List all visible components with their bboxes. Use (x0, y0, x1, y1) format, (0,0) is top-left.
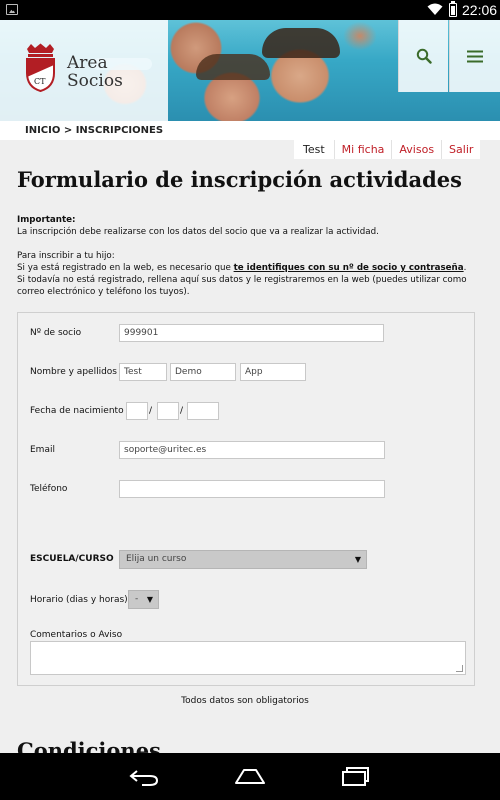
escuela-label: ESCUELA/CURSO (30, 554, 114, 564)
crest-letters: CT (34, 77, 46, 86)
back-icon[interactable] (128, 768, 160, 786)
birth-day-input[interactable] (126, 402, 148, 420)
first-name-input[interactable]: Test (119, 363, 167, 381)
user-tabs: Test Mi ficha Avisos Salir (294, 140, 481, 159)
schedule-select[interactable]: - ▼ (128, 590, 159, 609)
surname2-input[interactable]: App (240, 363, 306, 381)
logo-text-line2: Socios (67, 71, 123, 91)
tab-salir[interactable]: Salir (441, 140, 481, 159)
dropdown-arrow-icon: ▼ (146, 595, 153, 604)
comments-textarea[interactable] (30, 641, 466, 675)
registered-paragraph: Si ya está registrado en la web, es nece… (17, 262, 479, 274)
not-registered-text: Si todavía no está registrado, rellena a… (17, 275, 467, 297)
breadcrumb[interactable]: INICIO > INSCRIPCIONES (0, 121, 500, 140)
dropdown-arrow-icon: ▼ (354, 555, 361, 564)
socio-number-input[interactable]: 999901 (119, 324, 384, 342)
image-notification-icon (6, 4, 18, 15)
tab-avisos[interactable]: Avisos (391, 140, 442, 159)
page-title: Formulario de inscripción actividades (17, 167, 462, 192)
socio-label: Nº de socio (30, 328, 82, 338)
email-label: Email (30, 445, 55, 455)
home-icon[interactable] (234, 767, 266, 785)
date-separator: / (149, 406, 153, 416)
hamburger-menu-icon (467, 50, 483, 62)
birth-year-input[interactable] (187, 402, 219, 420)
fecha-label: Fecha de nacimiento (30, 406, 124, 416)
tab-mi-ficha[interactable]: Mi ficha (333, 140, 392, 159)
search-button[interactable] (398, 20, 448, 92)
instructions: Importante: La inscripción debe realizar… (17, 214, 479, 298)
status-bar: 22:06 (0, 0, 500, 20)
logo[interactable]: CT Area Socios (0, 20, 168, 121)
tab-user-name[interactable]: Test (294, 140, 334, 159)
important-text: La inscripción debe realizarse con los d… (17, 227, 379, 237)
registered-end: . (463, 263, 467, 273)
surname1-input[interactable]: Demo (170, 363, 236, 381)
course-select-value: Elija un curso (126, 554, 187, 564)
date-separator: / (180, 406, 184, 416)
header-banner: CT Area Socios (0, 20, 500, 121)
menu-button[interactable] (449, 20, 500, 92)
club-crest-icon: CT (26, 43, 55, 92)
email-input[interactable]: soporte@uritec.es (119, 441, 385, 459)
system-nav-bar (0, 753, 500, 800)
birth-month-input[interactable] (157, 402, 179, 420)
schedule-select-value: - (135, 594, 139, 604)
registered-text: Si ya está registrado en la web, es nece… (17, 263, 234, 273)
registration-form: Nº de socio 999901 Nombre y apellidos Te… (17, 312, 475, 686)
recent-apps-icon[interactable] (340, 765, 370, 787)
resize-grip-icon[interactable] (456, 665, 463, 672)
identify-link[interactable]: te identifiques con su nº de socio y con… (234, 263, 464, 273)
phone-input[interactable] (119, 480, 385, 498)
wifi-icon (427, 3, 443, 15)
battery-icon (449, 1, 457, 17)
comentarios-label: Comentarios o Aviso (30, 630, 123, 640)
logo-text: Area Socios (67, 54, 123, 90)
important-label: Importante: (17, 215, 76, 225)
child-intro: Para inscribir a tu hijo: (17, 251, 115, 261)
logo-text-line1: Area (67, 53, 108, 73)
horario-label: Horario (dias y horas) (30, 595, 128, 605)
nombre-label: Nombre y apellidos (30, 367, 117, 377)
search-icon (416, 48, 432, 64)
course-select[interactable]: Elija un curso ▼ (119, 550, 367, 569)
banner-photo-detail (196, 54, 270, 80)
telefono-label: Teléfono (30, 484, 68, 494)
banner-photo-detail (262, 28, 340, 58)
required-note: Todos datos son obligatorios (181, 696, 309, 706)
clock: 22:06 (462, 2, 498, 18)
